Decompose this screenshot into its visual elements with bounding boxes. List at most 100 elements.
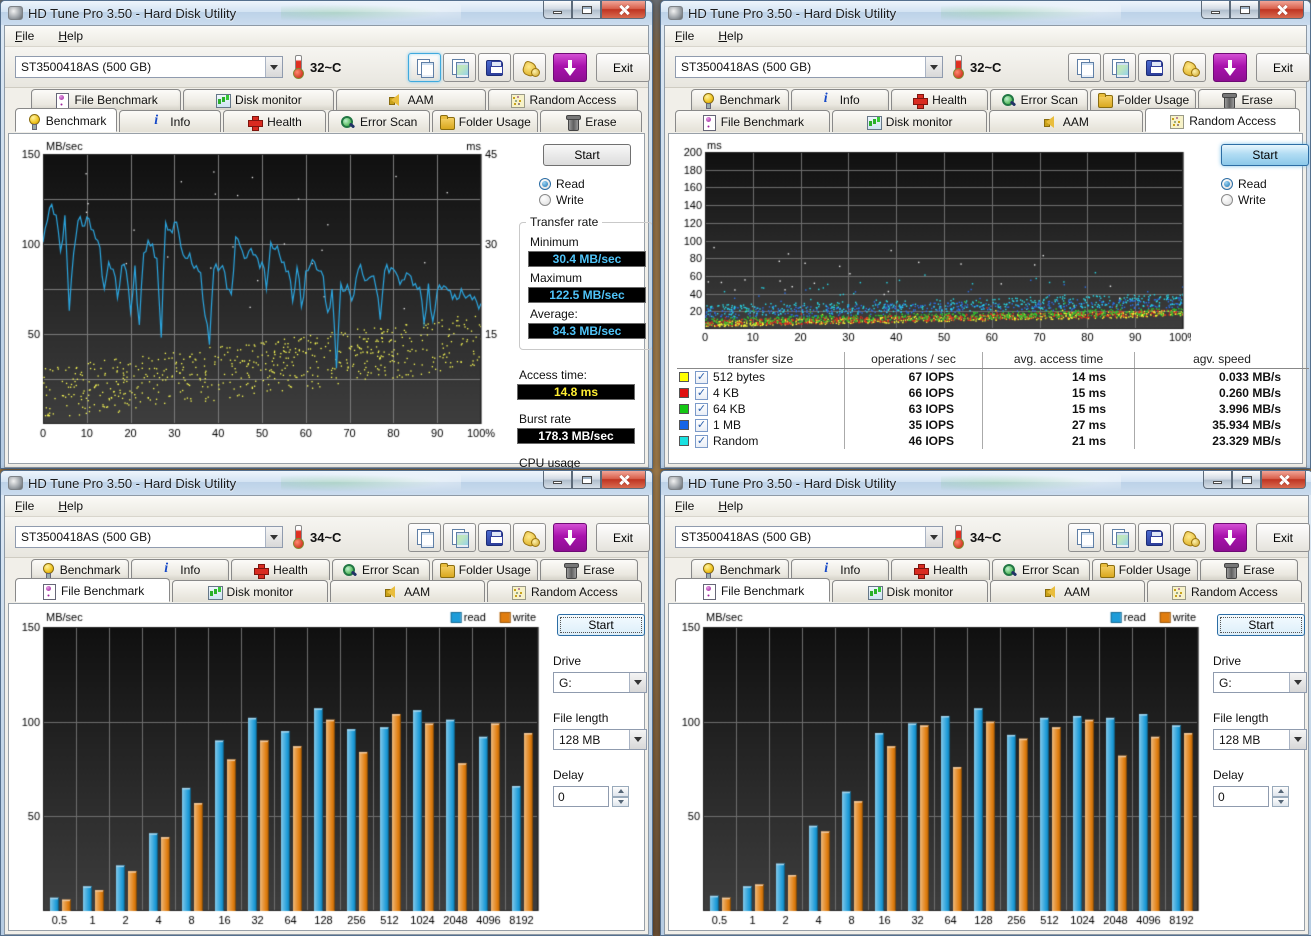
copy-screenshot-button[interactable] xyxy=(443,53,476,82)
tab-random-access[interactable]: Random Access xyxy=(1145,108,1300,132)
spinner-down-button[interactable] xyxy=(612,797,629,808)
tab-erase[interactable]: Erase xyxy=(1200,559,1298,580)
exit-button[interactable]: Exit xyxy=(596,53,650,82)
options-button[interactable] xyxy=(513,523,546,552)
combo-dropdown-button[interactable] xyxy=(265,527,282,547)
drive-select[interactable]: ST3500418AS (500 GB) xyxy=(15,56,283,78)
tab-random-access[interactable]: Random Access xyxy=(1147,580,1302,602)
series-checkbox[interactable]: ✓ xyxy=(695,435,708,448)
tab-info[interactable]: Info xyxy=(119,110,221,132)
download-button[interactable] xyxy=(553,53,587,82)
tab-random-access[interactable]: Random Access xyxy=(488,89,638,110)
close-button[interactable] xyxy=(601,471,646,489)
tab-disk-monitor[interactable]: Disk monitor xyxy=(183,89,333,110)
menu-file[interactable]: File xyxy=(675,29,694,43)
close-button[interactable] xyxy=(601,1,646,19)
spinner-up-button[interactable] xyxy=(1272,786,1289,797)
save-button[interactable] xyxy=(1138,523,1171,552)
combo-dropdown-button[interactable] xyxy=(1289,673,1306,692)
tab-error-scan[interactable]: Error Scan xyxy=(992,559,1090,580)
tab-folder-usage[interactable]: Folder Usage xyxy=(432,559,538,580)
window-titlebar[interactable]: HD Tune Pro 3.50 - Hard Disk Utility xyxy=(1,1,652,25)
start-button[interactable]: Start xyxy=(557,614,645,636)
series-checkbox[interactable]: ✓ xyxy=(695,403,708,416)
download-button[interactable] xyxy=(1213,523,1247,552)
tab-health[interactable]: Health xyxy=(891,559,989,580)
series-checkbox[interactable]: ✓ xyxy=(695,419,708,432)
combo-dropdown-button[interactable] xyxy=(265,57,282,77)
write-radio[interactable] xyxy=(539,194,551,206)
copy-screenshot-button[interactable] xyxy=(443,523,476,552)
menu-file[interactable]: File xyxy=(15,499,34,513)
tab-benchmark[interactable]: Benchmark xyxy=(31,559,129,580)
tab-aam[interactable]: AAM xyxy=(336,89,486,110)
options-button[interactable] xyxy=(1173,53,1206,82)
menu-help[interactable]: Help xyxy=(58,499,83,513)
delay-input[interactable]: 0 xyxy=(1213,786,1269,807)
minimize-button[interactable] xyxy=(1201,1,1230,19)
menu-help[interactable]: Help xyxy=(718,29,743,43)
window-titlebar[interactable]: HD Tune Pro 3.50 - Hard Disk Utility xyxy=(661,1,1310,25)
tab-error-scan[interactable]: Error Scan xyxy=(332,559,430,580)
spinner-up-button[interactable] xyxy=(612,786,629,797)
tab-error-scan[interactable]: Error Scan xyxy=(328,110,430,132)
start-button[interactable]: Start xyxy=(1217,614,1305,636)
copy-text-button[interactable] xyxy=(408,53,441,82)
tab-health[interactable]: Health xyxy=(891,89,989,110)
window-titlebar[interactable]: HD Tune Pro 3.50 - Hard Disk Utility xyxy=(661,471,1311,495)
copy-text-button[interactable] xyxy=(408,523,441,552)
tab-file-benchmark[interactable]: File Benchmark xyxy=(31,89,181,110)
window-titlebar[interactable]: HD Tune Pro 3.50 - Hard Disk Utility xyxy=(1,471,652,495)
copy-screenshot-button[interactable] xyxy=(1103,53,1136,82)
combo-dropdown-button[interactable] xyxy=(629,673,646,692)
download-button[interactable] xyxy=(553,523,587,552)
save-button[interactable] xyxy=(478,523,511,552)
start-button[interactable]: Start xyxy=(543,144,631,166)
tab-health[interactable]: Health xyxy=(231,559,329,580)
tab-file-benchmark[interactable]: File Benchmark xyxy=(675,110,830,132)
combo-dropdown-button[interactable] xyxy=(925,57,942,77)
tab-error-scan[interactable]: Error Scan xyxy=(990,89,1088,110)
tab-info[interactable]: Info xyxy=(131,559,229,580)
combo-dropdown-button[interactable] xyxy=(925,527,942,547)
tab-disk-monitor[interactable]: Disk monitor xyxy=(832,110,987,132)
save-button[interactable] xyxy=(478,53,511,82)
series-checkbox[interactable]: ✓ xyxy=(695,387,708,400)
menu-file[interactable]: File xyxy=(15,29,34,43)
read-radio[interactable] xyxy=(1221,178,1233,190)
spinner-down-button[interactable] xyxy=(1272,797,1289,808)
tab-random-access[interactable]: Random Access xyxy=(487,580,642,602)
write-radio[interactable] xyxy=(1221,194,1233,206)
tab-folder-usage[interactable]: Folder Usage xyxy=(1092,559,1198,580)
exit-button[interactable]: Exit xyxy=(1256,53,1310,82)
tab-aam[interactable]: AAM xyxy=(990,580,1145,602)
menu-help[interactable]: Help xyxy=(58,29,83,43)
menu-help[interactable]: Help xyxy=(718,499,743,513)
copy-text-button[interactable] xyxy=(1068,523,1101,552)
tab-disk-monitor[interactable]: Disk monitor xyxy=(832,580,987,602)
tab-folder-usage[interactable]: Folder Usage xyxy=(1090,89,1196,110)
series-checkbox[interactable]: ✓ xyxy=(695,371,708,384)
download-button[interactable] xyxy=(1213,53,1247,82)
drive-letter-select[interactable]: G: xyxy=(1213,672,1307,693)
tab-benchmark[interactable]: Benchmark xyxy=(15,108,117,132)
read-radio[interactable] xyxy=(539,178,551,190)
tab-erase[interactable]: Erase xyxy=(540,110,642,132)
combo-dropdown-button[interactable] xyxy=(629,730,646,749)
copy-screenshot-button[interactable] xyxy=(1103,523,1136,552)
options-button[interactable] xyxy=(513,53,546,82)
copy-text-button[interactable] xyxy=(1068,53,1101,82)
file-length-select[interactable]: 128 MB xyxy=(1213,729,1307,750)
tab-folder-usage[interactable]: Folder Usage xyxy=(432,110,538,132)
options-button[interactable] xyxy=(1173,523,1206,552)
tab-benchmark[interactable]: Benchmark xyxy=(691,559,789,580)
drive-select[interactable]: ST3500418AS (500 GB) xyxy=(15,526,283,548)
minimize-button[interactable] xyxy=(1203,471,1232,489)
file-length-select[interactable]: 128 MB xyxy=(553,729,647,750)
tab-aam[interactable]: AAM xyxy=(330,580,485,602)
minimize-button[interactable] xyxy=(543,471,572,489)
maximize-button[interactable] xyxy=(1230,1,1259,19)
close-button[interactable] xyxy=(1261,471,1306,489)
combo-dropdown-button[interactable] xyxy=(1289,730,1306,749)
tab-erase[interactable]: Erase xyxy=(1198,89,1296,110)
